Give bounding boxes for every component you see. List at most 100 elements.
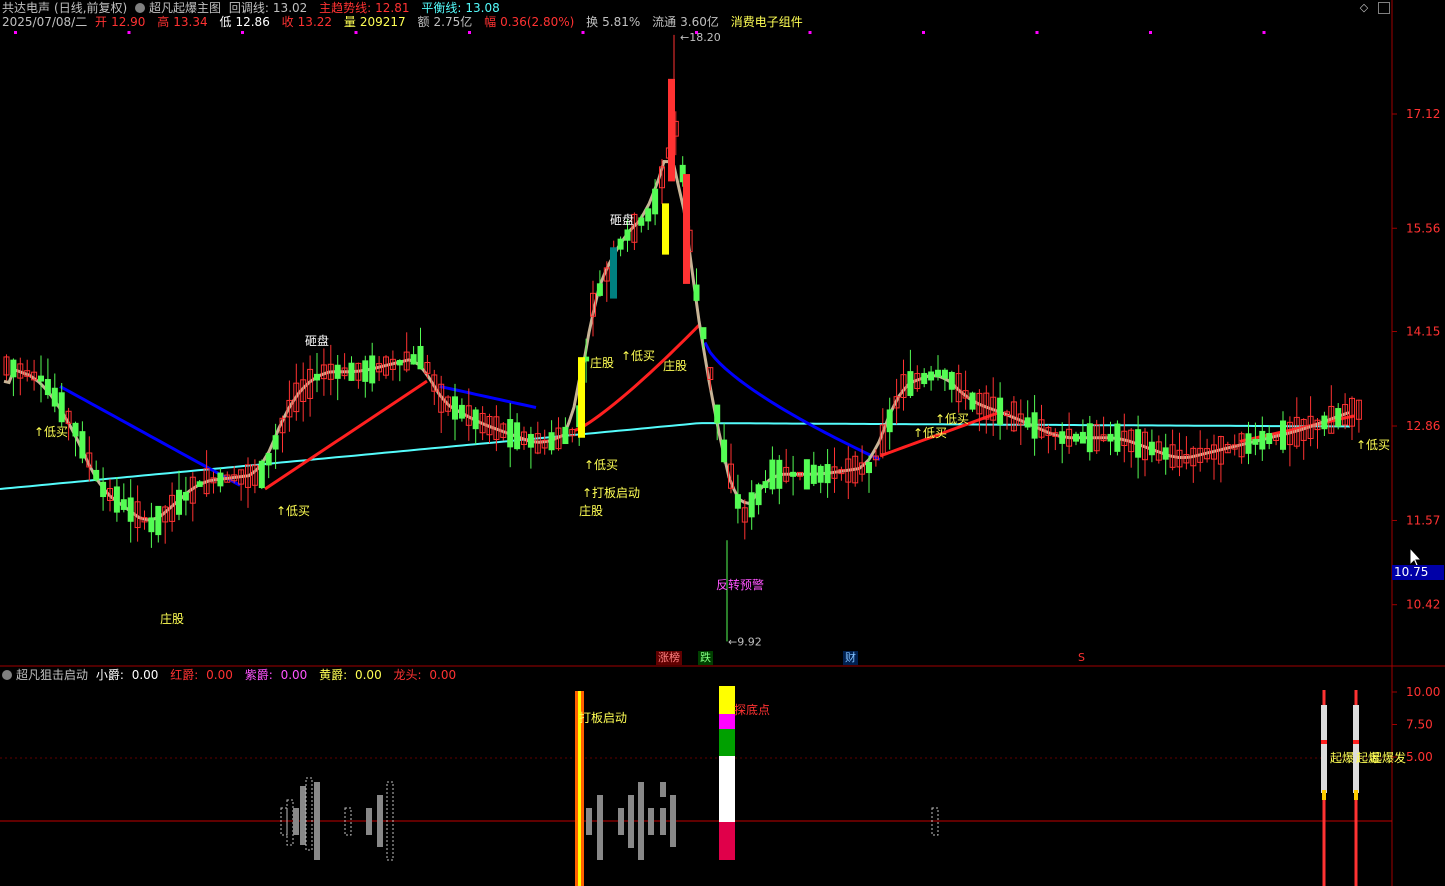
candle-down [624,229,631,241]
price-tick-label: 17.12 [1406,107,1440,121]
candle-down [1252,438,1259,445]
candle-down [334,364,341,379]
annotation-low_buy: ↑低买 [34,425,68,439]
high-label: 高 [157,15,170,29]
candle-down [410,354,417,365]
candle-down [693,284,700,301]
sub-indicator-settings-icon[interactable] [2,670,12,680]
stacked-signal-bar [719,729,735,756]
sub-bar [618,808,624,835]
candle-down [1024,417,1031,428]
rocket-band [1353,740,1359,744]
sub-bar [586,808,592,835]
quote-header: 2025/07/08/二 开 12.90 高 13.34 低 12.86 收 13.22… [2,14,807,30]
sub-bar [293,808,299,835]
sector-name[interactable]: 消费电子组件 [731,15,803,29]
candle-down [362,360,369,382]
sub-tick-label: 7.50 [1406,718,1433,732]
flag-zhangbang[interactable]: 涨榜 [656,651,682,665]
annotation-limit_start: ↑打板启动 [582,486,640,500]
huitiao-value: 13.02 [272,1,308,15]
highlight-candle [683,174,690,284]
candle-down [1266,433,1273,445]
candle-down [652,188,659,215]
candle-down [1148,441,1155,456]
candle-down [100,481,107,498]
candle-down [1107,433,1114,442]
sub-indicator-name: 超凡狙击启动 [16,668,89,682]
candle-down [886,409,893,433]
turnover-value: 5.81% [602,15,641,29]
sub-bar [314,782,320,860]
candle-down [748,492,755,518]
flag-die[interactable]: 跌 [698,651,713,665]
sub-bar [286,799,294,846]
price-tick-label: 14.15 [1406,325,1440,339]
stacked-signal-bar [719,756,735,822]
min-price-marker: ←9.92 [728,635,762,648]
sub-bar [628,795,634,848]
candle-down [762,481,769,489]
diamond-icon[interactable]: ◇ [1358,2,1370,14]
top-marker-dot [127,31,131,34]
candle-down [769,459,776,490]
candle-down [921,372,928,385]
stacked-signal-bar [719,714,735,729]
sub-bar [597,808,603,835]
candle-down [1135,429,1142,458]
sub-bar [300,786,306,845]
flag-s[interactable]: S [1076,651,1087,665]
candle-down [58,392,65,423]
flag-cai[interactable]: 财 [843,651,858,665]
candle-down [941,369,948,379]
rocket-body [1353,705,1359,793]
candle-down [1031,412,1038,439]
xiaojue-label: 小爵: [95,668,124,682]
scroll-lock-icon[interactable] [1378,2,1390,14]
stock-chart[interactable]: 17.12 15.56 14.15 12.86 11.57 10.42 10.00 7.50 5… [0,0,1445,886]
top-marker-dot [1149,31,1152,34]
candle-down [969,392,976,410]
candle-down [272,435,279,450]
sub-indicator-header: 超凡狙击启动 小爵: 0.00 红爵: 0.00 紫爵: 0.00 黄爵: 0.… [2,667,464,683]
xiaojue-value: 0.00 [131,668,159,682]
annotation-dealer: 庄股 [590,355,614,370]
candle-down [866,461,872,474]
top-marker-dot [468,31,471,34]
candle-down [514,422,521,450]
candle-down [348,362,355,381]
price-tick-label: 10.42 [1406,598,1440,612]
candle-down [217,472,224,487]
pingheng-value: 13.08 [465,1,500,15]
rocket-flame [1354,790,1358,800]
indicator-settings-icon[interactable] [135,3,146,13]
annotation-low_buy: ↑低买 [913,426,947,440]
candle-down [38,375,44,382]
candle-down [10,359,17,378]
sub-annotation: 打板启动 [579,711,627,725]
candle-down [638,217,645,226]
candle-down [472,409,479,430]
sub-annotation: 起爆发 [1370,750,1406,765]
candle-down [314,373,320,381]
top-marker-dot [581,31,585,34]
open-label: 开 [95,15,108,29]
rocket-band [1321,740,1327,744]
candle-down [1079,431,1086,444]
ma-blue-line-1 [59,385,241,487]
candle-down [507,419,514,448]
candle-down [369,355,376,384]
top-marker-dot [1035,31,1039,34]
annotation-dealer: 庄股 [160,611,184,626]
top-marker-dot [922,31,925,34]
turnover-label: 换 [586,15,599,29]
sub-bar [638,782,644,860]
stock-name: 共达电声 [2,1,51,15]
highlight-candle [610,247,617,299]
huangjue-value: 0.00 [354,668,382,682]
max-price-marker: ←18.20 [680,31,721,44]
sub-tick-label: 10.00 [1406,685,1440,699]
change-value: 0.36(2.80%) [500,15,575,29]
candle-down [734,494,741,509]
candle-down [113,486,120,513]
